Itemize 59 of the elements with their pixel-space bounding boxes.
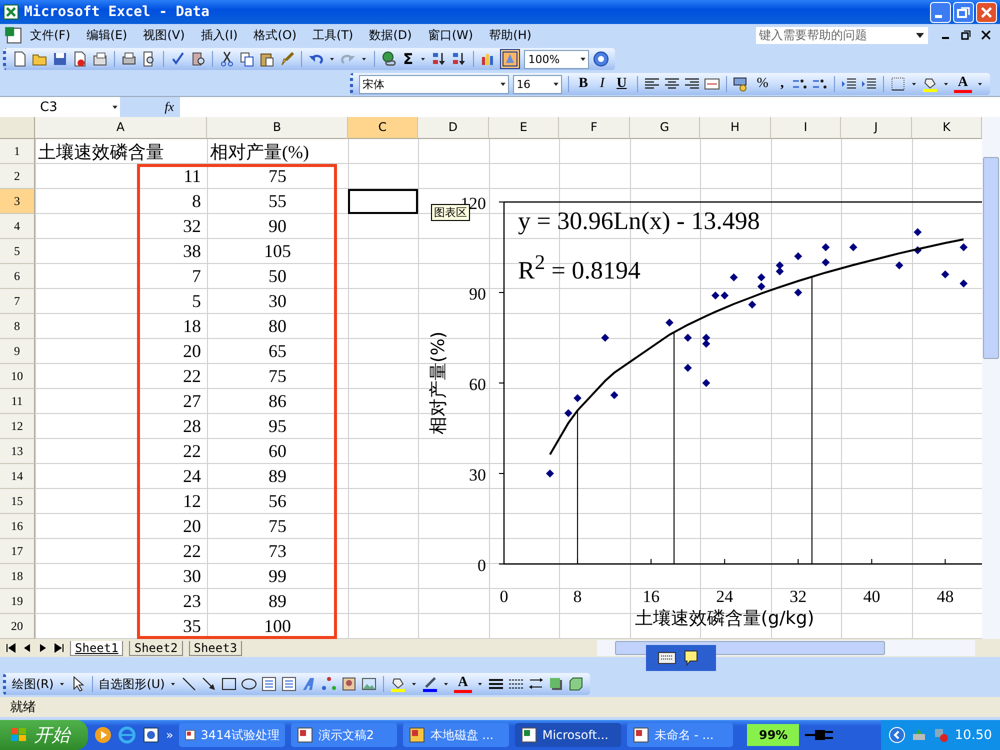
- table-cell: 100: [264, 616, 291, 637]
- clock: 10.50: [954, 728, 992, 742]
- table-cell: 20: [183, 341, 201, 362]
- table-cell: 35: [183, 616, 201, 637]
- table-cell: 75: [268, 516, 286, 537]
- status-text: 就绪: [10, 699, 36, 716]
- table-cell: 28: [183, 416, 201, 437]
- table-cell: 90: [268, 216, 286, 237]
- axis-tick-label: 30: [469, 466, 486, 484]
- table-cell: 23: [183, 591, 201, 612]
- table-cell: 73: [268, 541, 286, 562]
- axis-tick-label: 16: [642, 587, 660, 606]
- x-axis-label: 土壤速效磷含量(g/kg): [634, 608, 814, 629]
- axis-tick-label: 0: [478, 556, 486, 575]
- table-cell: 65: [268, 341, 286, 362]
- table-cell: 38: [183, 241, 201, 262]
- axis-tick-label: 0: [500, 587, 508, 606]
- table-cell: 105: [264, 241, 291, 262]
- table-cell-text: 相对产量(%): [210, 140, 309, 164]
- y-axis-label: 相对产量(%): [428, 331, 449, 435]
- table-cell: 20: [183, 516, 201, 537]
- trendline-equation: y = 30.96Ln(x) - 13.498: [518, 208, 760, 236]
- table-cell: 8: [192, 191, 201, 212]
- battery-indicator: 99%: [747, 724, 800, 746]
- window-title: Microsoft Excel - Data: [24, 4, 210, 20]
- table-cell: 55: [268, 191, 286, 212]
- axis-tick-label: 48: [936, 587, 954, 606]
- table-cell: 99: [268, 566, 286, 587]
- table-cell: 12: [183, 491, 201, 512]
- axis-tick-label: 8: [573, 587, 582, 606]
- table-cell: 50: [268, 266, 286, 287]
- table-cell: 18: [183, 316, 201, 337]
- axis-tick-label: 90: [469, 284, 486, 304]
- table-cell: 27: [183, 391, 201, 412]
- r-squared-label: R$^{2}$ = 0.8194: [518, 250, 640, 286]
- axis-tick-label: 32: [790, 587, 807, 606]
- table-cell: 56: [268, 491, 286, 512]
- table-cell: 80: [268, 316, 286, 337]
- table-cell: 22: [183, 541, 201, 562]
- axis-tick-label: 40: [863, 587, 880, 606]
- table-cell: 22: [183, 441, 201, 462]
- table-cell: 30: [268, 291, 286, 312]
- axis-tick-label: 60: [469, 375, 486, 394]
- table-cell: 22: [183, 366, 201, 387]
- table-cell: 86: [268, 391, 286, 412]
- table-cell: 95: [268, 416, 286, 437]
- table-cell: 5: [192, 291, 201, 312]
- table-cell: 75: [268, 366, 286, 387]
- table-cell: 7: [192, 266, 201, 287]
- table-cell: 89: [268, 466, 286, 487]
- table-cell: 60: [268, 441, 286, 462]
- table-cell: 30: [183, 566, 201, 587]
- table-cell: 89: [268, 591, 286, 612]
- axis-tick-label: 24: [716, 587, 734, 606]
- table-cell-text: 土壤速效磷含量: [38, 140, 164, 164]
- table-cell: 75: [268, 166, 286, 187]
- table-cell: 32: [183, 216, 201, 237]
- table-cell: 11: [184, 166, 201, 187]
- table-cell: 24: [183, 466, 201, 487]
